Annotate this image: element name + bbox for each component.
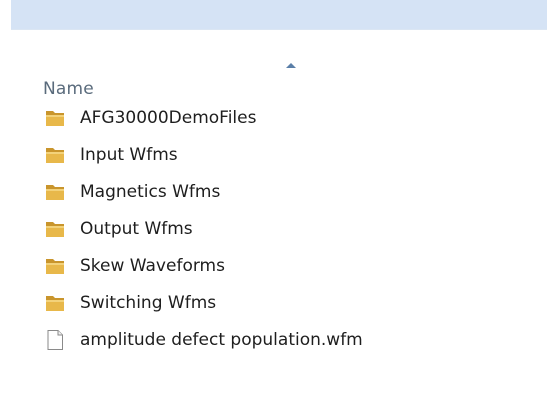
list-item-folder[interactable]: AFG30000DemoFiles [0,99,547,136]
item-label: Switching Wfms [80,292,217,313]
item-label: Output Wfms [80,218,193,239]
list-item-file[interactable]: amplitude defect population.wfm [0,321,547,358]
toolbar-band [11,0,547,29]
folder-icon [46,110,64,126]
list-item-folder[interactable]: Output Wfms [0,210,547,247]
file-list: AFG30000DemoFiles Input Wfms Magnetics W… [0,99,547,358]
item-label: Input Wfms [80,144,178,165]
folder-icon [46,184,64,200]
column-header-name[interactable]: Name [43,79,94,99]
list-item-folder[interactable]: Input Wfms [0,136,547,173]
item-label: Skew Waveforms [80,255,225,276]
folder-icon [46,221,64,237]
folder-icon [46,258,64,274]
sort-ascending-icon [286,63,296,68]
file-explorer-pane: Name AFG30000DemoFiles Input Wfms Magnet… [0,0,547,403]
document-icon [47,329,63,350]
item-label: amplitude defect population.wfm [80,329,363,350]
item-label: AFG30000DemoFiles [80,107,257,128]
list-item-folder[interactable]: Skew Waveforms [0,247,547,284]
folder-icon [46,147,64,163]
column-header-row[interactable]: Name [0,29,547,99]
folder-icon [46,295,64,311]
list-item-folder[interactable]: Switching Wfms [0,284,547,321]
item-label: Magnetics Wfms [80,181,221,202]
list-item-folder[interactable]: Magnetics Wfms [0,173,547,210]
